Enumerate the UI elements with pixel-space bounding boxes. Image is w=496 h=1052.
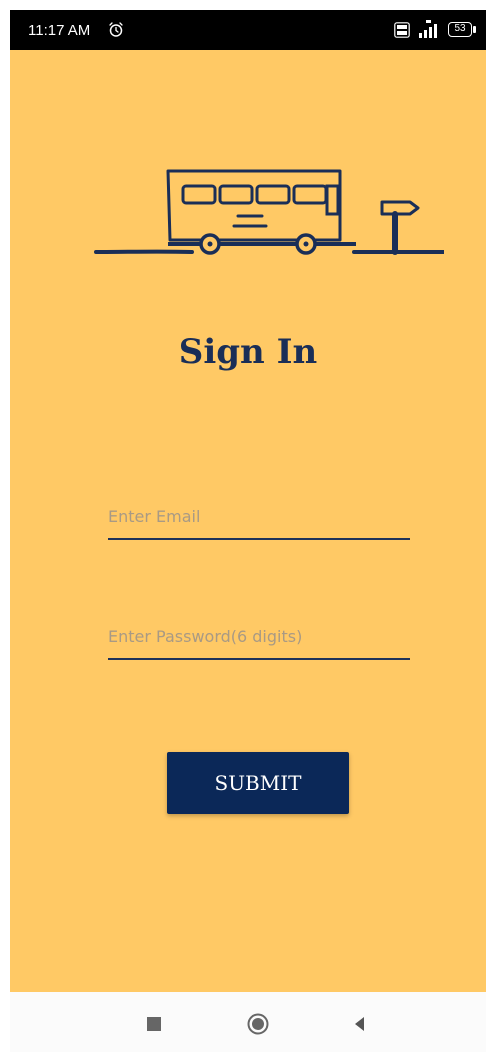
alarm-icon [109, 22, 123, 37]
page-title: Sign In [178, 332, 318, 372]
navigation-bar [10, 992, 486, 1052]
battery-tip [473, 26, 476, 33]
signal-icon [419, 20, 437, 38]
status-bar: 11:17 AM 53 [10, 10, 486, 50]
back-triangle-icon[interactable] [351, 1015, 369, 1033]
bus-logo [94, 169, 444, 255]
recents-square-icon[interactable] [147, 1017, 161, 1031]
password-input[interactable] [108, 615, 410, 658]
home-circle-icon[interactable] [247, 1013, 269, 1035]
email-field[interactable] [108, 495, 410, 540]
sign-in-screen: Sign In SUBMIT [10, 50, 486, 992]
email-input[interactable] [108, 495, 410, 538]
status-time: 11:17 AM [28, 22, 91, 39]
password-field[interactable] [108, 615, 410, 660]
battery-icon: 53 [448, 22, 472, 37]
volte-icon [394, 22, 410, 38]
submit-button[interactable]: SUBMIT [167, 752, 349, 814]
phone-screen: 11:17 AM 53 Sign In Enter Email SUBMIT [10, 10, 486, 1052]
